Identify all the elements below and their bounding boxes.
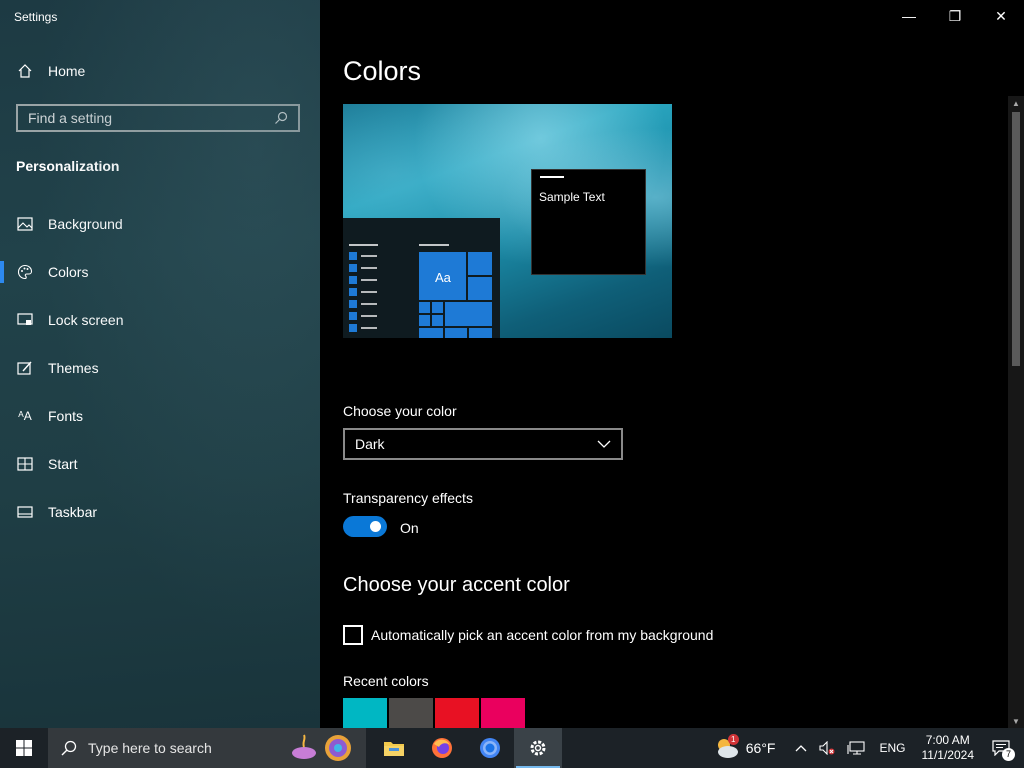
- lock-screen-icon: [16, 311, 34, 329]
- sample-text: Sample Text: [539, 190, 605, 204]
- sidebar-item-fonts[interactable]: ᴬA Fonts: [0, 392, 320, 440]
- taskbar-apps: [370, 728, 562, 768]
- sample-title-bar: [540, 176, 564, 178]
- taskbar-search-box[interactable]: Type here to search: [48, 728, 366, 768]
- sidebar-item-label: Fonts: [48, 408, 84, 424]
- weather-alert-badge: 1: [727, 734, 739, 745]
- theme-preview: Aa Sample Text: [343, 104, 672, 338]
- home-label: Home: [48, 63, 86, 79]
- choose-color-label: Choose your color: [343, 403, 457, 419]
- color-swatch[interactable]: [343, 698, 387, 728]
- sidebar-item-label: Lock screen: [48, 312, 124, 328]
- accent-heading: Choose your accent color: [343, 574, 570, 596]
- preview-tile-text: Aa: [435, 270, 451, 285]
- sidebar-item-label: Colors: [48, 264, 89, 280]
- choose-color-value: Dark: [355, 436, 385, 452]
- sidebar-item-taskbar[interactable]: Taskbar: [0, 488, 320, 536]
- color-swatch[interactable]: [389, 698, 433, 728]
- language-indicator[interactable]: ENG: [871, 741, 913, 755]
- section-title: Personalization: [16, 158, 120, 174]
- start-icon: [16, 455, 34, 473]
- chevron-up-icon[interactable]: [789, 744, 813, 752]
- auto-accent-row[interactable]: Automatically pick an accent color from …: [343, 625, 713, 645]
- sidebar-item-label: Background: [48, 216, 123, 232]
- notification-center-icon[interactable]: 7: [982, 740, 1024, 761]
- search-icon: [60, 739, 78, 757]
- choose-color-dropdown[interactable]: Dark: [343, 428, 623, 460]
- clock-date: 11/1/2024: [921, 748, 975, 762]
- minimize-button[interactable]: —: [886, 0, 932, 32]
- restore-button[interactable]: ❐: [932, 0, 978, 32]
- chevron-down-icon: [595, 435, 613, 453]
- scrollbar[interactable]: ▲ ▼: [1008, 96, 1024, 728]
- toggle-knob: [370, 521, 381, 532]
- taskbar: Type here to search 1 66°F ENG 7:00 AM 1…: [0, 728, 1024, 768]
- color-swatch[interactable]: [481, 698, 525, 728]
- main-content: — ❐ ✕ Colors Aa Sample Text Choose your …: [320, 0, 1024, 728]
- sidebar-item-themes[interactable]: Themes: [0, 344, 320, 392]
- transparency-state: On: [400, 520, 419, 536]
- start-button[interactable]: [0, 728, 48, 768]
- search-icon[interactable]: [272, 109, 290, 127]
- sidebar-item-label: Taskbar: [48, 504, 98, 520]
- settings-window: Settings Home Find a setting Personaliza…: [0, 0, 1024, 728]
- preview-sample-window: Sample Text: [531, 169, 646, 275]
- page-title: Colors: [343, 56, 422, 86]
- fonts-icon: ᴬA: [18, 409, 32, 423]
- sidebar-item-label: Start: [48, 456, 78, 472]
- auto-accent-label: Automatically pick an accent color from …: [371, 627, 714, 643]
- sidebar-item-start[interactable]: Start: [0, 440, 320, 488]
- find-setting-input[interactable]: Find a setting: [16, 104, 300, 132]
- auto-accent-checkbox[interactable]: [343, 625, 363, 645]
- home-icon: [16, 62, 34, 80]
- firefox-icon[interactable]: [418, 728, 466, 768]
- network-icon[interactable]: [841, 741, 871, 755]
- search-placeholder: Find a setting: [28, 110, 113, 126]
- picture-icon: [16, 215, 34, 233]
- sidebar-item-background[interactable]: Background: [0, 200, 320, 248]
- sidebar-item-lock-screen[interactable]: Lock screen: [0, 296, 320, 344]
- recent-colors-label: Recent colors: [343, 673, 429, 689]
- sidebar-item-label: Themes: [48, 360, 99, 376]
- chrome-icon[interactable]: [466, 728, 514, 768]
- sidebar-item-colors[interactable]: Colors: [0, 248, 320, 296]
- taskbar-icon: [16, 503, 34, 521]
- themes-icon: [16, 359, 34, 377]
- file-explorer-icon[interactable]: [370, 728, 418, 768]
- transparency-toggle[interactable]: [343, 516, 387, 537]
- weather-temp: 66°F: [745, 740, 776, 756]
- color-swatch[interactable]: [435, 698, 479, 728]
- scroll-down-arrow[interactable]: ▼: [1008, 714, 1024, 728]
- app-title: Settings: [14, 10, 58, 24]
- clock-time: 7:00 AM: [925, 733, 970, 747]
- transparency-label: Transparency effects: [343, 490, 473, 506]
- volume-muted-icon[interactable]: [813, 741, 841, 755]
- recent-colors: [343, 698, 525, 728]
- scrollbar-thumb[interactable]: [1012, 112, 1020, 366]
- preview-start-menu: Aa: [343, 218, 500, 338]
- notification-count-badge: 7: [1002, 748, 1015, 761]
- clock[interactable]: 7:00 AM 11/1/2024: [914, 733, 983, 763]
- sidebar-nav: Background Colors Lock screen Themes ᴬA …: [0, 200, 320, 536]
- close-button[interactable]: ✕: [978, 0, 1024, 32]
- settings-icon[interactable]: [514, 728, 562, 768]
- search-highlight-icon[interactable]: [290, 731, 356, 768]
- windows-logo-icon: [16, 740, 32, 756]
- system-tray: 1 66°F ENG 7:00 AM 11/1/2024 7: [708, 728, 1024, 768]
- palette-icon: [16, 263, 34, 281]
- scroll-up-arrow[interactable]: ▲: [1008, 96, 1024, 110]
- weather-icon: 1: [714, 734, 740, 760]
- weather-widget[interactable]: 1 66°F: [708, 734, 790, 760]
- taskbar-search-placeholder: Type here to search: [88, 740, 212, 756]
- home-nav-item[interactable]: Home: [16, 62, 85, 80]
- sidebar: Settings Home Find a setting Personaliza…: [0, 0, 320, 728]
- window-controls: — ❐ ✕: [886, 0, 1024, 32]
